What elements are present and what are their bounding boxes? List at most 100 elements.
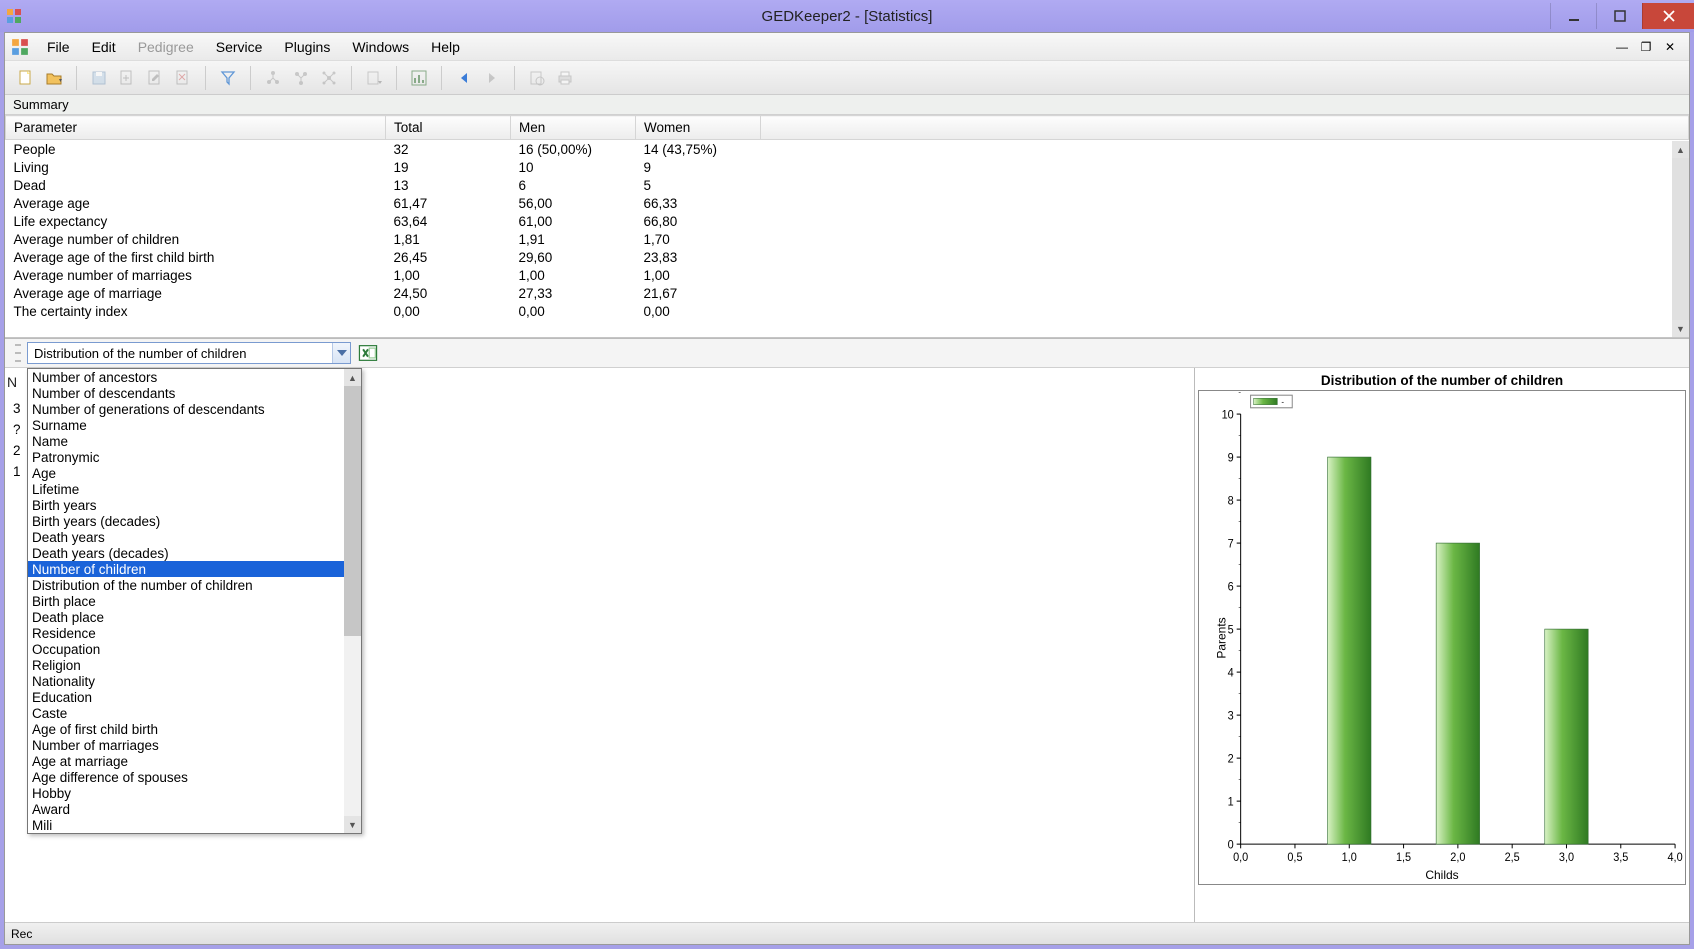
export-excel-button[interactable]: [357, 342, 379, 364]
chart-ylabel: Parents: [1215, 617, 1229, 658]
dropdown-option[interactable]: Age: [28, 465, 361, 481]
maximize-button[interactable]: [1596, 3, 1642, 29]
scroll-thumb[interactable]: [1672, 158, 1689, 320]
tree-ancestors-button[interactable]: [260, 65, 286, 91]
dropdown-option[interactable]: Number of descendants: [28, 385, 361, 401]
dropdown-option[interactable]: Number of marriages: [28, 737, 361, 753]
new-file-button[interactable]: [13, 65, 39, 91]
scroll-down-icon[interactable]: ▼: [1672, 320, 1689, 337]
scroll-up-icon[interactable]: ▲: [1672, 141, 1689, 158]
dropdown-option[interactable]: Age of first child birth: [28, 721, 361, 737]
dropdown-option[interactable]: Birth place: [28, 593, 361, 609]
chart-area: 0123456789100,00,51,01,52,02,53,03,54,0-…: [1198, 390, 1686, 885]
dropdown-option[interactable]: Hobby: [28, 785, 361, 801]
menu-pedigree[interactable]: Pedigree: [128, 36, 204, 58]
dropdown-option[interactable]: Surname: [28, 417, 361, 433]
filter-button[interactable]: [215, 65, 241, 91]
dropdown-option[interactable]: Age difference of spouses: [28, 769, 361, 785]
dropdown-option[interactable]: Award: [28, 801, 361, 817]
dropdown-option[interactable]: Number of children: [28, 561, 361, 577]
dropdown-option[interactable]: Mili: [28, 817, 361, 833]
dropdown-option[interactable]: Patronymic: [28, 449, 361, 465]
dropdown-option[interactable]: Caste: [28, 705, 361, 721]
table-row[interactable]: Life expectancy63,6461,0066,80: [6, 212, 1689, 230]
dropdown-option[interactable]: Education: [28, 689, 361, 705]
scroll-down-icon[interactable]: ▼: [344, 816, 361, 833]
dropdown-option[interactable]: Number of generations of descendants: [28, 401, 361, 417]
dropdown-option[interactable]: Religion: [28, 657, 361, 673]
combobox-dropdown-list[interactable]: Number of ancestorsNumber of descendants…: [27, 368, 362, 834]
menu-windows[interactable]: Windows: [342, 36, 419, 58]
col-total[interactable]: Total: [386, 116, 511, 140]
tree-both-button[interactable]: [316, 65, 342, 91]
dropdown-option[interactable]: Name: [28, 433, 361, 449]
svg-text:0: 0: [1228, 839, 1234, 851]
edit-record-button[interactable]: [142, 65, 168, 91]
svg-text:1,5: 1,5: [1396, 852, 1411, 864]
dropdown-option[interactable]: Death years (decades): [28, 545, 361, 561]
svg-text:7: 7: [1228, 538, 1234, 550]
table-row[interactable]: Average number of children1,811,911,70: [6, 230, 1689, 248]
table-row[interactable]: Average age of the first child birth26,4…: [6, 248, 1689, 266]
table-row[interactable]: Average age of marriage24,5027,3321,67: [6, 284, 1689, 302]
nav-back-button[interactable]: [451, 65, 477, 91]
dropdown-option[interactable]: Age at marriage: [28, 753, 361, 769]
delete-record-button[interactable]: [170, 65, 196, 91]
close-button[interactable]: [1642, 3, 1694, 29]
dropdown-option[interactable]: Number of ancestors: [28, 369, 361, 385]
col-parameter[interactable]: Parameter: [6, 116, 386, 140]
summary-scrollbar[interactable]: ▲ ▼: [1672, 141, 1689, 337]
svg-text:9: 9: [1228, 452, 1234, 464]
svg-text:3: 3: [1228, 710, 1234, 722]
mdi-close-button[interactable]: ✕: [1661, 39, 1679, 55]
table-row[interactable]: Average age61,4756,0066,33: [6, 194, 1689, 212]
mdi-restore-button[interactable]: ❐: [1637, 39, 1655, 55]
dropdown-option[interactable]: Nationality: [28, 673, 361, 689]
minimize-button[interactable]: [1550, 3, 1596, 29]
lower-split: N e 3?21 Number of ancestorsNumber of de…: [5, 368, 1689, 922]
col-women[interactable]: Women: [636, 116, 761, 140]
dropdown-option[interactable]: Birth years (decades): [28, 513, 361, 529]
grip-icon: [15, 344, 21, 362]
dropdown-option[interactable]: Distribution of the number of children: [28, 577, 361, 593]
open-file-button[interactable]: [41, 65, 67, 91]
menu-service[interactable]: Service: [206, 36, 273, 58]
svg-text:10: 10: [1222, 409, 1234, 421]
pedigree-dropdown-button[interactable]: [361, 65, 387, 91]
menu-help[interactable]: Help: [421, 36, 470, 58]
preview-button[interactable]: [524, 65, 550, 91]
status-bar: Rec: [5, 922, 1689, 944]
mdi-minimize-button[interactable]: —: [1613, 39, 1631, 55]
summary-table-wrap: Parameter Total Men Women People3216 (50…: [5, 115, 1689, 338]
nav-forward-button[interactable]: [479, 65, 505, 91]
dropdown-scrollbar[interactable]: ▲ ▼: [344, 369, 361, 833]
dropdown-option[interactable]: Death years: [28, 529, 361, 545]
scroll-up-icon[interactable]: ▲: [344, 369, 361, 386]
table-row[interactable]: People3216 (50,00%)14 (43,75%): [6, 140, 1689, 159]
stats-button[interactable]: [406, 65, 432, 91]
combobox-dropdown-button[interactable]: [332, 343, 350, 363]
dropdown-option[interactable]: Birth years: [28, 497, 361, 513]
table-row[interactable]: Dead1365: [6, 176, 1689, 194]
dropdown-option[interactable]: Occupation: [28, 641, 361, 657]
dropdown-option[interactable]: Death place: [28, 609, 361, 625]
tree-descendants-button[interactable]: [288, 65, 314, 91]
svg-text:1: 1: [1228, 796, 1234, 808]
scroll-thumb[interactable]: [344, 386, 361, 636]
save-button[interactable]: [86, 65, 112, 91]
table-row[interactable]: Living19109: [6, 158, 1689, 176]
dropdown-option[interactable]: Lifetime: [28, 481, 361, 497]
stat-type-combobox[interactable]: Distribution of the number of children: [27, 342, 351, 364]
svg-text:2,0: 2,0: [1450, 852, 1465, 864]
table-row[interactable]: The certainty index0,000,000,00: [6, 302, 1689, 320]
table-row[interactable]: Average number of marriages1,001,001,00: [6, 266, 1689, 284]
window-title: GEDKeeper2 - [Statistics]: [762, 8, 933, 25]
menu-edit[interactable]: Edit: [82, 36, 126, 58]
add-record-button[interactable]: [114, 65, 140, 91]
dropdown-option[interactable]: Residence: [28, 625, 361, 641]
col-men[interactable]: Men: [511, 116, 636, 140]
menu-file[interactable]: File: [37, 36, 80, 58]
col-spacer: [761, 116, 1689, 140]
print-button[interactable]: [552, 65, 578, 91]
menu-plugins[interactable]: Plugins: [274, 36, 340, 58]
